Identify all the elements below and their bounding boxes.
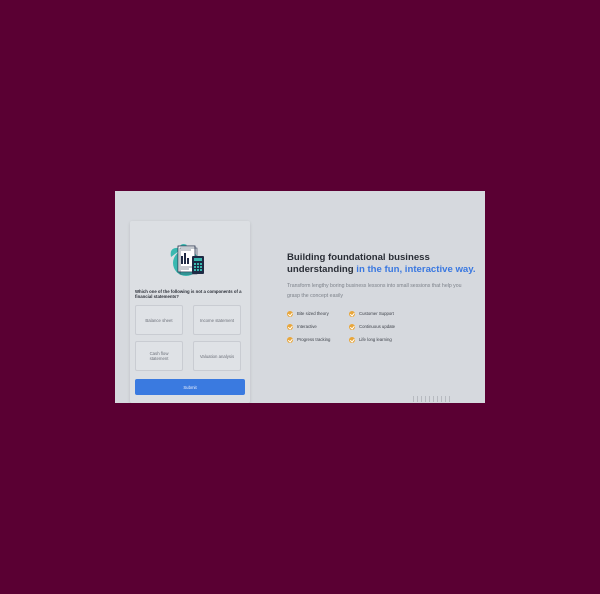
- decorative-dot: [437, 396, 438, 402]
- option-valuation-analysis[interactable]: Valuation analysis: [193, 341, 241, 371]
- feature-item: Interactive: [287, 323, 349, 330]
- decorative-dot: [421, 396, 422, 402]
- feature-label: Continuous update: [359, 324, 396, 329]
- feature-label: Interactive: [297, 324, 317, 329]
- decorative-dot: [417, 396, 418, 402]
- submit-button[interactable]: Submit: [135, 379, 245, 395]
- feature-label: Progress tracking: [297, 337, 331, 342]
- feature-item: Continuous update: [349, 323, 419, 330]
- decorative-dot: [425, 396, 426, 402]
- feature-item: Bite sized theory: [287, 310, 349, 317]
- check-icon: [349, 310, 355, 317]
- feature-item: Customer Support: [349, 310, 419, 317]
- feature-label: Life long learning: [359, 337, 392, 342]
- check-icon: [349, 323, 355, 330]
- feature-label: Customer Support: [359, 311, 394, 316]
- check-icon: [287, 310, 293, 317]
- decorative-dot: [441, 396, 442, 402]
- option-cash-flow-statement[interactable]: Cash flow statement: [135, 341, 183, 371]
- check-icon: [287, 336, 293, 343]
- decorative-dot: [433, 396, 434, 402]
- landing-panel: Which one of the following is not a comp…: [115, 191, 485, 403]
- decorative-dot: [449, 396, 450, 402]
- decorative-dot: [413, 396, 414, 402]
- option-income-statement[interactable]: Income statement: [193, 305, 241, 335]
- decorative-dot: [445, 396, 446, 402]
- feature-label: Bite sized theory: [297, 311, 329, 316]
- calculator-document-icon: [167, 239, 209, 281]
- check-icon: [349, 336, 355, 343]
- decorative-pattern: [413, 396, 450, 402]
- option-balance-sheet[interactable]: Balance sheet: [135, 305, 183, 335]
- page-subtitle: Transform lengthy boring business lesson…: [287, 283, 462, 299]
- page-title: Building foundational business understan…: [287, 252, 477, 276]
- headline-accent: in the fun, interactive way.: [356, 264, 476, 275]
- decorative-dot: [429, 396, 430, 402]
- feature-list: Bite sized theory Customer Support Inter…: [287, 310, 419, 343]
- quiz-card: Which one of the following is not a comp…: [130, 221, 250, 403]
- feature-item: Life long learning: [349, 336, 419, 343]
- quiz-question: Which one of the following is not a comp…: [135, 289, 242, 299]
- feature-item: Progress tracking: [287, 336, 349, 343]
- check-icon: [287, 323, 293, 330]
